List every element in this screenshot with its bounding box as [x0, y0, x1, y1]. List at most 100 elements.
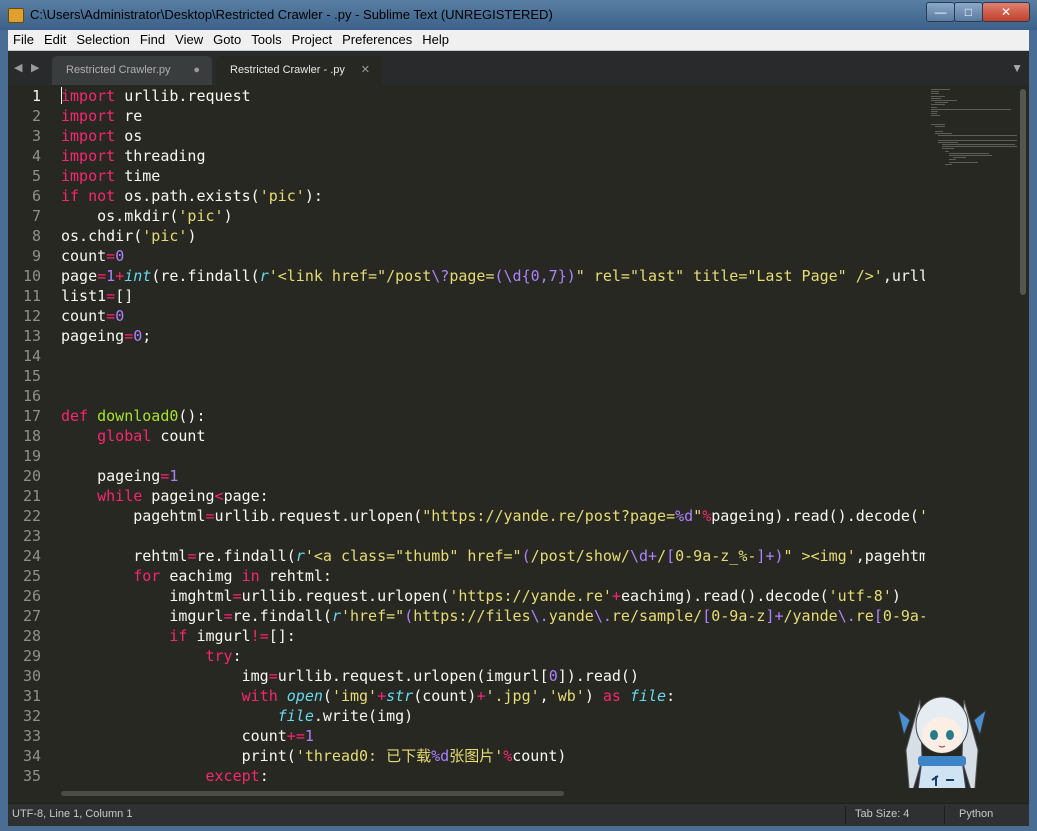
- line-number: 32: [22, 707, 41, 725]
- minimap-line: [949, 152, 989, 154]
- line-number: 28: [22, 627, 41, 645]
- code-line[interactable]: import urllib.request: [61, 86, 251, 106]
- code-line[interactable]: os.mkdir('pic'): [61, 206, 232, 226]
- line-number: 29: [22, 647, 41, 665]
- status-syntax[interactable]: Python: [959, 808, 993, 820]
- code-line[interactable]: global count: [61, 426, 205, 446]
- line-number: 13: [22, 327, 41, 345]
- line-number: 17: [22, 407, 41, 425]
- unsaved-dot-icon[interactable]: ●: [193, 56, 200, 85]
- code-line[interactable]: rehtml=re.findall(r'<a class="thumb" hre…: [61, 546, 925, 566]
- code-editor[interactable]: 1 2 3 4 5 6 7 8 9 10 11 12 13 14 15 16 17 18 19 20 21 22 23 24 2…: [8, 85, 1029, 788]
- line-number: 23: [22, 527, 41, 545]
- code-line[interactable]: list1=[]: [61, 286, 133, 306]
- tab-bar: ◀ ▶ Restricted Crawler.py ● Restricted C…: [8, 51, 1029, 85]
- code-line[interactable]: if imgurl!=[]:: [61, 626, 295, 646]
- minimap-line: [945, 163, 952, 165]
- code-line[interactable]: file.write(img): [61, 706, 413, 726]
- code-line[interactable]: if not os.path.exists('pic'):: [61, 186, 323, 206]
- line-number: 15: [22, 367, 41, 385]
- minimap-line: [938, 135, 1018, 137]
- menu-help[interactable]: Help: [417, 30, 454, 48]
- maximize-button[interactable]: □: [954, 2, 983, 22]
- code-line[interactable]: except:: [61, 766, 269, 786]
- line-number: 7: [31, 207, 41, 225]
- minimap-line: [934, 126, 946, 128]
- close-button[interactable]: ✕: [982, 2, 1030, 22]
- code-line[interactable]: pagehtml=urllib.request.urlopen("https:/…: [61, 506, 925, 526]
- line-number: 18: [22, 427, 41, 445]
- line-number: 31: [22, 687, 41, 705]
- code-line[interactable]: count=0: [61, 306, 124, 326]
- code-line[interactable]: os.chdir('pic'): [61, 226, 196, 246]
- minimap-line: [931, 95, 946, 97]
- line-number: 24: [22, 547, 41, 565]
- line-number: 5: [31, 167, 41, 185]
- menu-goto[interactable]: Goto: [208, 30, 246, 48]
- sublime-app-icon: [8, 8, 24, 23]
- code-line[interactable]: count=0: [61, 246, 124, 266]
- code-line[interactable]: pageing=0;: [61, 326, 151, 346]
- tab-restricted-crawler-copy[interactable]: Restricted Crawler - .py ✕: [216, 56, 382, 85]
- code-line[interactable]: try:: [61, 646, 242, 666]
- minimap-line: [949, 159, 957, 161]
- minimap-line: [931, 106, 938, 108]
- code-line[interactable]: for eachimg in rehtml:: [61, 566, 332, 586]
- status-divider: [845, 806, 846, 824]
- code-line[interactable]: def download0():: [61, 406, 206, 426]
- code-line[interactable]: img=urllib.request.urlopen(imgurl[0]).re…: [61, 666, 639, 686]
- tab-overflow-icon[interactable]: ▼: [1011, 61, 1023, 75]
- minimap-line: [931, 124, 946, 126]
- code-line[interactable]: print('thread0: 已下载%d张图片'%count): [61, 746, 567, 766]
- menu-find[interactable]: Find: [135, 30, 170, 48]
- minimap-line: [949, 161, 978, 163]
- mascot-character-image: [897, 696, 987, 788]
- menu-project[interactable]: Project: [287, 30, 337, 48]
- code-line[interactable]: while pageing<page:: [61, 486, 269, 506]
- minimap-line: [941, 148, 955, 150]
- status-tab-size[interactable]: Tab Size: 4: [855, 808, 909, 820]
- line-number: 25: [22, 567, 41, 585]
- status-bar: UTF-8, Line 1, Column 1 Tab Size: 4 Pyth…: [8, 803, 1029, 826]
- code-area[interactable]: import urllib.request import re import os i…: [61, 85, 925, 788]
- code-line[interactable]: import time: [61, 166, 160, 186]
- tab-label: Restricted Crawler.py: [66, 64, 171, 76]
- menu-bar: File Edit Selection Find View Goto Tools Projec…: [8, 30, 1029, 51]
- horizontal-scrollbar-thumb[interactable]: [61, 791, 564, 796]
- menu-preferences[interactable]: Preferences: [337, 30, 417, 48]
- line-number: 26: [22, 587, 41, 605]
- code-line[interactable]: with open('img'+str(count)+'.jpg','wb') …: [61, 686, 676, 706]
- code-line[interactable]: import re: [61, 106, 142, 126]
- status-cursor-position: UTF-8, Line 1, Column 1: [12, 808, 133, 820]
- line-number: 14: [22, 347, 41, 365]
- menu-file[interactable]: File: [8, 30, 39, 48]
- vertical-scrollbar[interactable]: [1017, 85, 1029, 788]
- menu-tools[interactable]: Tools: [246, 30, 286, 48]
- vertical-scrollbar-thumb[interactable]: [1020, 89, 1026, 295]
- tab-nav-left-icon[interactable]: ◀: [14, 61, 22, 74]
- code-line[interactable]: import os: [61, 126, 142, 146]
- line-number: 10: [22, 267, 41, 285]
- tab-close-icon[interactable]: ✕: [361, 56, 370, 85]
- tab-restricted-crawler[interactable]: Restricted Crawler.py ●: [52, 56, 212, 85]
- menu-edit[interactable]: Edit: [39, 30, 71, 48]
- line-number: 33: [22, 727, 41, 745]
- code-line[interactable]: import threading: [61, 146, 206, 166]
- window-title: C:\Users\Administrator\Desktop\Restricte…: [30, 7, 553, 22]
- code-line[interactable]: page=1+int(re.findall(r'<link href="/pos…: [61, 266, 925, 286]
- minimap-line: [934, 133, 952, 134]
- code-line[interactable]: imgurl=re.findall(r'href="(https://files…: [61, 606, 925, 626]
- code-line[interactable]: pageing=1: [61, 466, 178, 486]
- menu-selection[interactable]: Selection: [71, 30, 134, 48]
- minimize-button[interactable]: —: [926, 2, 955, 22]
- menu-view[interactable]: View: [170, 30, 208, 48]
- tab-nav-right-icon[interactable]: ▶: [31, 61, 39, 74]
- code-line[interactable]: imghtml=urllib.request.urlopen('https://…: [61, 586, 901, 606]
- minimap-line: [931, 108, 1011, 110]
- minimap-line: [952, 157, 967, 159]
- line-number: 16: [22, 387, 41, 405]
- horizontal-scroll-area: [8, 788, 1029, 803]
- code-line[interactable]: count+=1: [61, 726, 314, 746]
- line-number: 8: [31, 227, 41, 245]
- minimap-line: [931, 93, 940, 95]
